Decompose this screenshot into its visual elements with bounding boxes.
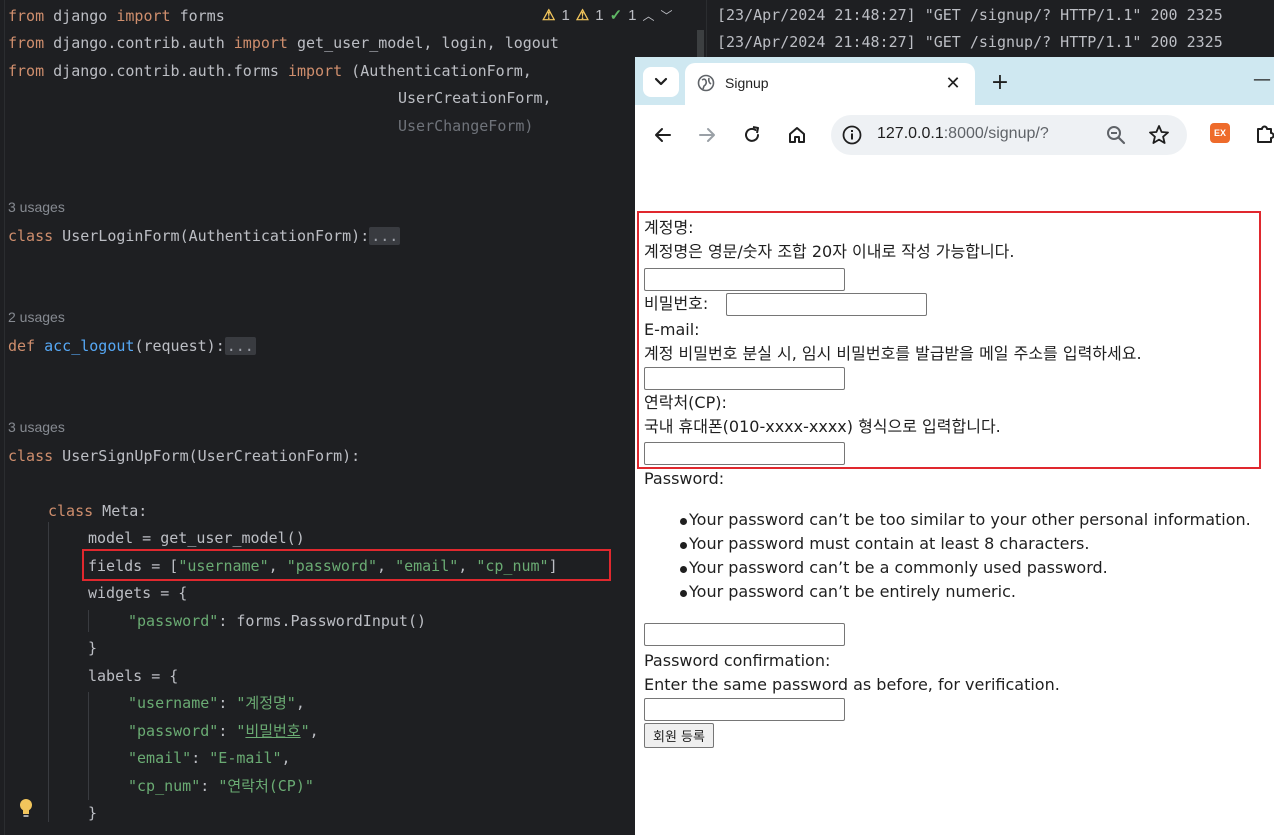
info-icon[interactable] [841, 124, 863, 146]
tab-signup[interactable]: Signup ✕ [685, 63, 975, 105]
indent-guide [48, 522, 49, 822]
ok-count: 1 [628, 6, 637, 24]
cp-label: 연락처(CP): [644, 393, 727, 412]
password2-label: Password confirmation: [644, 651, 831, 670]
lightbulb-icon[interactable] [18, 797, 34, 819]
list-item: Your password must contain at least 8 ch… [644, 534, 1251, 558]
email-input[interactable] [644, 367, 845, 390]
star-icon[interactable] [1147, 123, 1171, 147]
browser-toolbar: 127.0.0.1:8000/signup/? EX [635, 105, 1274, 165]
arrow-right-icon [699, 128, 715, 142]
back-button[interactable] [649, 121, 677, 149]
code-line: from django import forms [8, 7, 225, 25]
code-editor[interactable]: ⚠ 1 ⚠ 1 ✓ 1 ︿ ﹀ from django import forms fr… [0, 0, 706, 835]
usages-hint[interactable]: 3 usages [8, 419, 65, 435]
email-label: E-mail: [644, 320, 700, 339]
editor-scrollbar[interactable] [697, 30, 704, 60]
console-line: [23/Apr/2024 21:48:27] "GET /signup/? HT… [717, 6, 1223, 24]
list-item: Your password can’t be entirely numeric. [644, 582, 1251, 606]
code-line: "username": "계정명", [128, 694, 305, 712]
code-line: def acc_logout(request):... [8, 337, 256, 355]
usages-hint[interactable]: 3 usages [8, 199, 65, 215]
usages-hint[interactable]: 2 usages [8, 309, 65, 325]
url-text[interactable]: 127.0.0.1:8000/signup/? [877, 125, 1049, 143]
signup-page: 계정명: 계정명은 영문/숫자 조합 20자 이내로 작성 가능합니다. 비밀번… [635, 165, 1274, 835]
chevron-up-icon[interactable]: ︿ [643, 7, 655, 24]
folded-code[interactable]: ... [224, 337, 256, 355]
address-bar[interactable]: 127.0.0.1:8000/signup/? [831, 115, 1187, 155]
list-item: Your password can’t be a commonly used p… [644, 558, 1251, 582]
list-item: Your password can’t be too similar to yo… [644, 510, 1251, 534]
code-line: class UserLoginForm(AuthenticationForm):… [8, 227, 401, 245]
password-hints-list: Your password can’t be too similar to yo… [644, 510, 1251, 606]
tab-search-button[interactable] [643, 67, 679, 97]
browser-window: Signup ✕ + — 127.0.0.1:8000/signup/? EX … [635, 57, 1274, 835]
cp-input[interactable] [644, 442, 845, 465]
check-icon: ✓ [609, 7, 623, 24]
code-line: from django.contrib.auth.forms import (A… [8, 62, 532, 80]
email-help: 계정 비밀번호 분실 시, 임시 비밀번호를 발급받을 메일 주소를 입력하세요… [644, 344, 1142, 363]
signup-submit-button[interactable]: 회원 등록 [644, 723, 714, 748]
password1-label: Password: [644, 469, 725, 488]
weak-warning-count: 1 [595, 6, 604, 24]
password1-input[interactable] [644, 623, 845, 646]
weak-warning-icon: ⚠ [575, 7, 590, 24]
editor-gutter [4, 0, 5, 835]
code-line: class UserSignUpForm(UserCreationForm): [8, 447, 361, 465]
tab-strip: Signup ✕ + — [635, 57, 1274, 105]
indent-guide [88, 610, 89, 632]
warning-count: 1 [561, 6, 570, 24]
inspection-widget[interactable]: ⚠ 1 ⚠ 1 ✓ 1 ︿ ﹀ [542, 6, 673, 25]
home-icon [789, 127, 805, 143]
username-help: 계정명은 영문/숫자 조합 20자 이내로 작성 가능합니다. [644, 242, 1015, 261]
password2-help: Enter the same password as before, for v… [644, 675, 1060, 694]
tab-title: Signup [725, 75, 769, 91]
forward-button[interactable] [693, 121, 721, 149]
code-line: class Meta: [48, 502, 148, 520]
arrow-left-icon [655, 128, 671, 142]
code-line: "email": "E-mail", [128, 749, 291, 767]
extension-icon[interactable]: EX [1210, 123, 1230, 143]
code-line: UserCreationForm, [398, 89, 552, 107]
username-label: 계정명: [644, 218, 694, 237]
code-line: "cp_num": "연락처(CP)" [128, 777, 314, 795]
globe-icon [697, 74, 715, 92]
code-line: "password": "비밀번호", [128, 722, 319, 740]
code-line: "password": forms.PasswordInput() [128, 612, 427, 630]
password2-input[interactable] [644, 698, 845, 721]
reload-icon [745, 126, 759, 142]
code-line: } [88, 639, 98, 657]
puzzle-icon[interactable] [1253, 121, 1274, 145]
home-button[interactable] [783, 121, 811, 149]
close-icon[interactable]: ✕ [941, 71, 965, 95]
code-line: widgets = { [88, 584, 188, 602]
code-line: from django.contrib.auth import get_user… [8, 34, 559, 52]
zoom-out-icon[interactable] [1105, 124, 1127, 146]
folded-code[interactable]: ... [369, 227, 401, 245]
chevron-down-icon[interactable]: ﹀ [661, 7, 673, 24]
password-input[interactable] [726, 293, 927, 316]
minimize-button[interactable]: — [1253, 69, 1271, 90]
warning-icon: ⚠ [542, 7, 556, 24]
code-line: UserChangeForm) [398, 117, 534, 135]
username-input[interactable] [644, 268, 845, 291]
fields-highlight-box [82, 549, 611, 581]
code-line: labels = { [88, 667, 179, 685]
indent-guide [88, 692, 89, 800]
console-line: [23/Apr/2024 21:48:27] "GET /signup/? HT… [717, 33, 1223, 51]
password-label: 비밀번호: [644, 294, 709, 313]
new-tab-button[interactable]: + [985, 67, 1015, 97]
chevron-down-icon [654, 77, 668, 86]
run-console[interactable]: [23/Apr/2024 21:48:27] "GET /signup/? HT… [706, 0, 1274, 60]
reload-button[interactable] [738, 121, 766, 149]
code-line: model = get_user_model() [88, 529, 305, 547]
cp-help: 국내 휴대폰(010-xxxx-xxxx) 형식으로 입력합니다. [644, 417, 1001, 436]
code-line: } [88, 804, 98, 822]
